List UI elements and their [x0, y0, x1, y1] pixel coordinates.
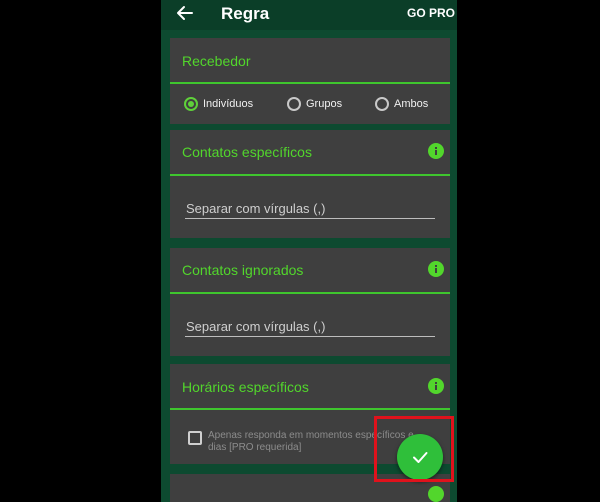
- radio-grupos[interactable]: Grupos: [287, 95, 342, 113]
- contatos-ignorados-input[interactable]: Separar com vírgulas (,): [186, 319, 325, 334]
- info-icon: [428, 486, 444, 502]
- go-pro-button[interactable]: GO PRO: [407, 6, 455, 20]
- input-underline: [185, 336, 435, 337]
- recebedor-title: Recebedor: [182, 53, 251, 69]
- back-arrow-icon[interactable]: [175, 3, 195, 23]
- info-icon[interactable]: [428, 261, 444, 277]
- contatos-especificos-input[interactable]: Separar com vírgulas (,): [186, 201, 325, 216]
- radio-individuos[interactable]: Indivíduos: [184, 95, 253, 113]
- contatos-especificos-title: Contatos específicos: [182, 144, 312, 160]
- radio-unselected-icon: [287, 97, 301, 111]
- recebedor-card: Recebedor Indivíduos Grupos Ambos: [170, 38, 450, 124]
- contatos-ignorados-card: Contatos ignorados Separar com vírgulas …: [170, 248, 450, 356]
- radio-ambos[interactable]: Ambos: [375, 95, 428, 113]
- section-divider: [170, 82, 450, 84]
- radio-label: Indivíduos: [203, 98, 254, 110]
- contatos-especificos-card: Contatos específicos Separar com vírgula…: [170, 130, 450, 238]
- radio-selected-icon: [184, 97, 198, 111]
- info-icon[interactable]: [428, 378, 444, 394]
- page-title: Regra: [221, 4, 270, 23]
- section-divider: [170, 408, 450, 410]
- horarios-especificos-title: Horários específicos: [182, 379, 309, 395]
- specific-times-checkbox[interactable]: [188, 431, 202, 445]
- radio-label: Grupos: [306, 98, 343, 110]
- radio-label: Ambos: [394, 98, 429, 110]
- radio-unselected-icon: [375, 97, 389, 111]
- input-underline: [185, 218, 435, 219]
- section-divider: [170, 174, 450, 176]
- contatos-ignorados-title: Contatos ignorados: [182, 262, 304, 278]
- section-divider: [170, 292, 450, 294]
- highlight-box: [374, 416, 454, 482]
- app-bar: Regra GO PRO: [161, 0, 457, 30]
- info-icon[interactable]: [428, 143, 444, 159]
